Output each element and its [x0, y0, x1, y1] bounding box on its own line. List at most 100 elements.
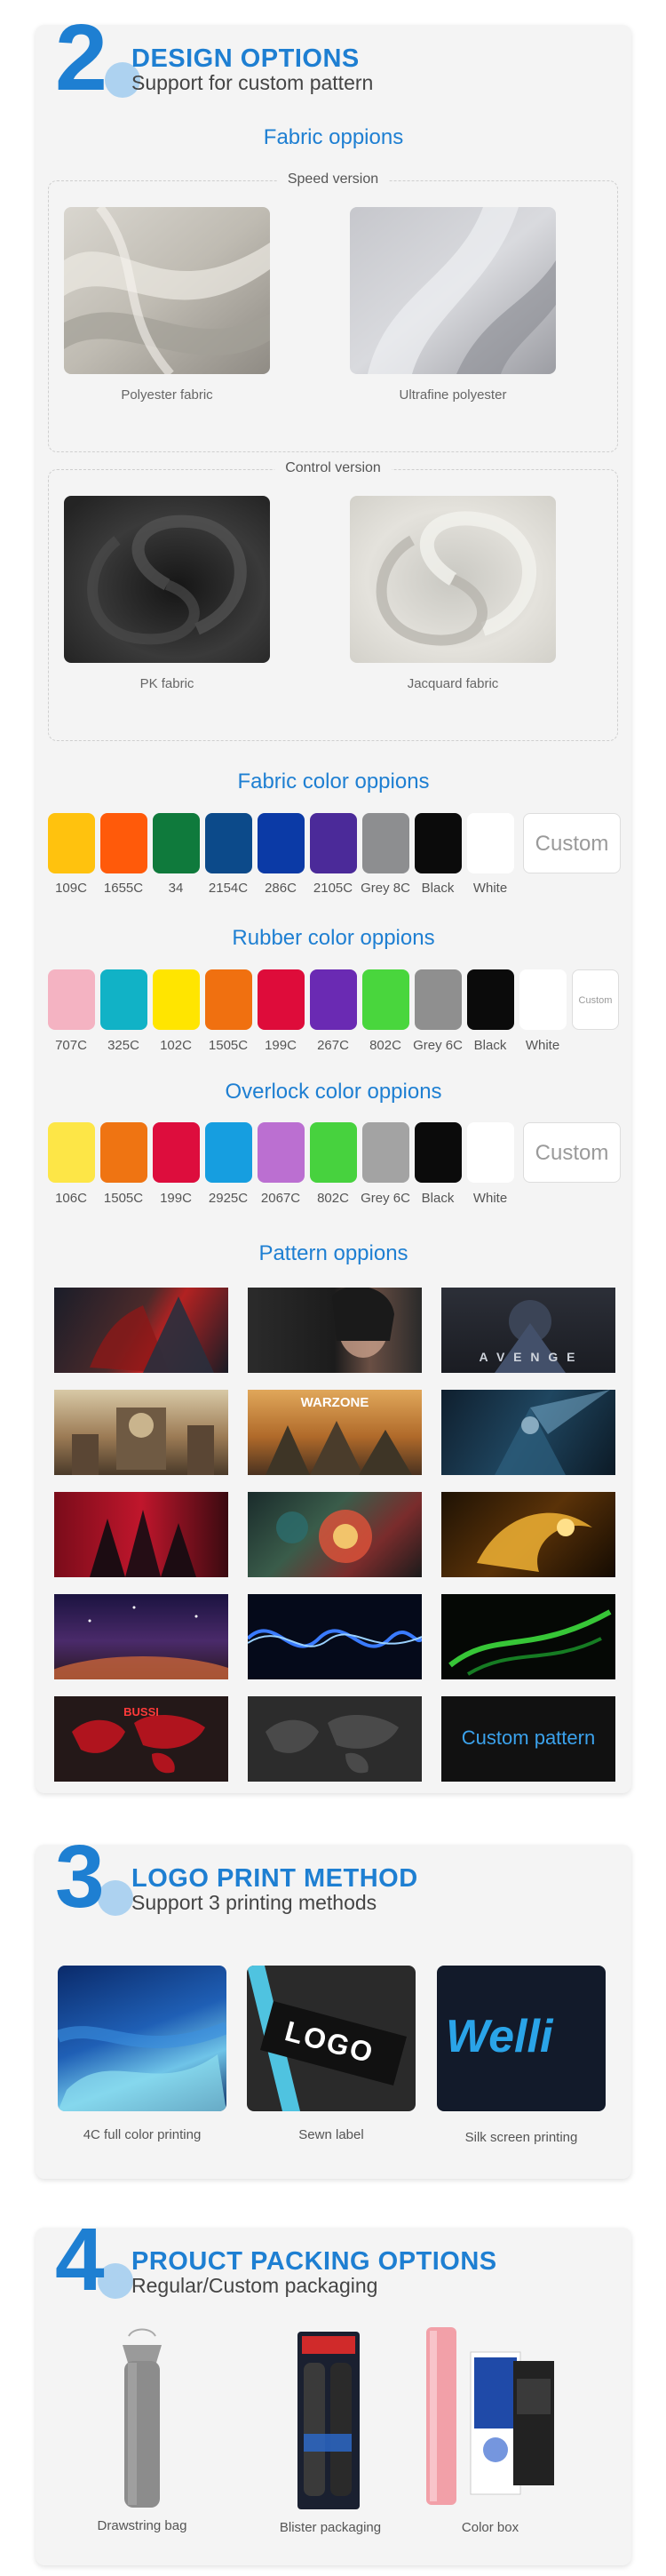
section-subtitle: Support for custom pattern	[131, 71, 374, 94]
fabric-color-swatch[interactable]	[415, 813, 462, 873]
bussi-text: BUSSI	[123, 1705, 159, 1719]
rubber-color-heading: Rubber color oppions	[232, 926, 435, 950]
fabric-color-swatch-label: 2154C	[208, 881, 249, 896]
rubber-color-swatch[interactable]	[100, 969, 147, 1030]
fabric-color-swatch[interactable]	[205, 813, 252, 873]
pattern-valorant[interactable]	[54, 1492, 228, 1577]
fabric-custom-button[interactable]: Custom	[523, 813, 621, 873]
polyester-fabric-caption: Polyester fabric	[121, 387, 213, 403]
overlock-color-swatch[interactable]	[467, 1122, 514, 1183]
pattern-space-planet[interactable]	[54, 1594, 228, 1679]
silk-screen-print-caption: Silk screen printing	[464, 2130, 578, 2145]
section-number: 3	[55, 1827, 105, 1926]
section-title: PROUCT PACKING OPTIONS	[131, 2247, 497, 2276]
overlock-color-swatch[interactable]	[362, 1122, 409, 1183]
overlock-color-swatch-label: 2067C	[260, 1191, 301, 1206]
overlock-color-swatch[interactable]	[310, 1122, 357, 1183]
fabric-heading: Fabric oppions	[263, 125, 404, 149]
rubber-color-swatch[interactable]	[362, 969, 409, 1030]
overlock-color-swatch-label: Grey 6C	[361, 1191, 410, 1206]
drawstring-bag-image	[123, 2328, 162, 2508]
fabric-color-swatch-label: 1655C	[103, 881, 144, 896]
rubber-color-swatch[interactable]	[258, 969, 305, 1030]
pattern-steampunk-city[interactable]	[54, 1390, 228, 1475]
pattern-grey-world-map[interactable]	[248, 1696, 422, 1782]
speed-version-label: Speed version	[276, 171, 390, 187]
warzone-text: WARZONE	[300, 1395, 369, 1410]
rubber-color-swatch-label: 1505C	[208, 1038, 249, 1053]
rubber-color-swatch-label: White	[525, 1038, 560, 1053]
rubber-color-swatch-label: 199C	[265, 1038, 297, 1053]
section-title: DESIGN OPTIONS	[131, 44, 360, 73]
ultrafine-polyester-caption: Ultrafine polyester	[399, 387, 507, 403]
silk-screen-text: Welli	[446, 2011, 553, 2062]
pattern-warrior-blue[interactable]	[441, 1390, 615, 1475]
sewn-label-image: LOGO	[247, 1966, 416, 2111]
pattern-custom[interactable]: Custom pattern	[441, 1696, 615, 1782]
rubber-color-swatch[interactable]	[205, 969, 252, 1030]
overlock-color-swatch[interactable]	[415, 1122, 462, 1183]
pattern-blue-sound-wave[interactable]	[248, 1594, 422, 1679]
overlock-color-swatch-label: White	[472, 1191, 508, 1206]
drawstring-bag-caption: Drawstring bag	[97, 2518, 187, 2533]
fabric-color-swatch[interactable]	[153, 813, 200, 873]
pattern-green-smoke[interactable]	[441, 1594, 615, 1679]
section-title: LOGO PRINT METHOD	[131, 1864, 418, 1893]
overlock-color-swatch[interactable]	[100, 1122, 147, 1183]
rubber-color-swatch[interactable]	[519, 969, 567, 1030]
speed-version-box: Speed version Polyester fabric Ultrafine…	[48, 171, 618, 452]
pattern-heading: Pattern oppions	[258, 1241, 408, 1265]
section-number: 4	[55, 2210, 105, 2309]
overlock-color-swatch[interactable]	[48, 1122, 95, 1183]
color-box-image	[426, 2327, 554, 2505]
rubber-color-swatch[interactable]	[153, 969, 200, 1030]
rubber-color-swatch[interactable]	[415, 969, 462, 1030]
fabric-color-swatch[interactable]	[310, 813, 357, 873]
fabric-color-swatch-label: 34	[168, 881, 184, 896]
fabric-color-swatch-label: 286C	[265, 881, 297, 896]
pattern-avengers[interactable]: A V E N G E	[441, 1288, 615, 1373]
pattern-red-world-map[interactable]: BUSSI	[54, 1696, 228, 1782]
rubber-color-swatch-label: 102C	[160, 1038, 192, 1053]
overlock-color-swatch[interactable]	[153, 1122, 200, 1183]
pattern-mech-girl[interactable]	[248, 1492, 422, 1577]
fabric-color-swatch-label: White	[472, 881, 508, 896]
overlock-custom-button[interactable]: Custom	[523, 1122, 621, 1183]
rubber-color-swatch-label: Grey 6C	[413, 1038, 463, 1053]
rubber-color-swatch-label: 325C	[107, 1038, 139, 1053]
overlock-color-swatch[interactable]	[205, 1122, 252, 1183]
ultrafine-polyester-image	[350, 207, 556, 374]
pattern-warzone[interactable]: WARZONE	[248, 1390, 422, 1475]
overlock-color-swatch[interactable]	[258, 1122, 305, 1183]
fabric-color-swatch[interactable]	[100, 813, 147, 873]
control-version-label: Control version	[274, 460, 392, 476]
rubber-color-swatch-label: 802C	[369, 1038, 401, 1053]
rubber-color-swatch[interactable]	[467, 969, 514, 1030]
rubber-color-swatch[interactable]	[310, 969, 357, 1030]
rubber-custom-button[interactable]: Custom	[572, 969, 619, 1030]
rubber-color-swatch[interactable]	[48, 969, 95, 1030]
pattern-spiderman[interactable]	[54, 1288, 228, 1373]
fabric-color-swatch[interactable]	[467, 813, 514, 873]
overlock-color-swatch-label: 2925C	[208, 1191, 249, 1206]
polyester-fabric-image	[64, 207, 270, 374]
fabric-color-swatch[interactable]	[258, 813, 305, 873]
fabric-color-swatch-label: 2105C	[313, 881, 353, 896]
blister-packaging-image	[297, 2332, 360, 2509]
custom-pattern-label: Custom pattern	[461, 1727, 596, 1749]
overlock-color-swatch-label: 802C	[317, 1191, 349, 1206]
rubber-color-swatch-label: Black	[473, 1038, 507, 1053]
pattern-golden-dragon[interactable]	[441, 1492, 615, 1577]
rubber-color-swatch-label: 267C	[317, 1038, 349, 1053]
fabric-color-swatch-label: Black	[421, 881, 455, 896]
fabric-color-swatch[interactable]	[48, 813, 95, 873]
packing-options-card: 4 PROUCT PACKING OPTIONS Regular/Custom …	[36, 2215, 631, 2565]
pattern-girl-dark[interactable]	[248, 1288, 422, 1373]
logo-print-card: 3 LOGO PRINT METHOD Support 3 printing m…	[36, 1832, 631, 2179]
control-version-box: Control version PK fabric Jacquard fabri…	[48, 460, 618, 741]
overlock-color-swatch-label: Black	[421, 1191, 455, 1206]
fabric-color-heading: Fabric color oppions	[237, 770, 430, 794]
section-subtitle: Regular/Custom packaging	[131, 2274, 378, 2297]
blister-packaging-caption: Blister packaging	[279, 2520, 382, 2535]
fabric-color-swatch[interactable]	[362, 813, 409, 873]
